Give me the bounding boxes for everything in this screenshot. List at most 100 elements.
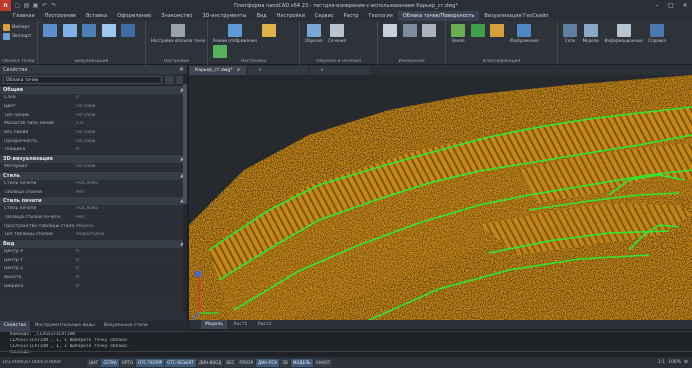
property-row[interactable]: Тип таблицы стилей Недоступно	[0, 231, 187, 240]
property-row[interactable]: Высота 0	[0, 274, 187, 283]
property-value[interactable]: ПОСЛОЮ	[74, 206, 187, 211]
property-row[interactable]: Слой 0	[0, 94, 187, 103]
ribbon-btn-3[interactable]	[82, 24, 97, 37]
property-section-header[interactable]: Стиль печати▲	[0, 196, 187, 205]
property-row[interactable]: Таблица стилей печати Нет	[0, 214, 187, 223]
section-button[interactable]: Сечения	[328, 24, 346, 43]
status-toggle[interactable]: ПРОЗР	[237, 358, 255, 367]
property-value[interactable]: 0	[74, 266, 187, 271]
property-section-header[interactable]: Стиль▲	[0, 171, 187, 180]
property-row[interactable]: Цвет По слою	[0, 103, 187, 112]
property-value[interactable]: По слою	[74, 164, 187, 169]
property-row[interactable]: Прозрачность По слою	[0, 137, 187, 147]
status-toggle[interactable]: СЕТКА	[101, 358, 119, 367]
property-value[interactable]: 0	[74, 147, 187, 152]
property-value[interactable]: Нет	[74, 215, 187, 220]
ribbon-btn-2[interactable]	[62, 24, 77, 37]
property-value[interactable]: 1.0	[74, 121, 187, 126]
property-value[interactable]: Нет	[74, 190, 187, 195]
nets-button[interactable]: Сети	[563, 24, 577, 43]
property-section-header[interactable]: Общие▲	[0, 86, 187, 94]
left-panel-tab[interactable]: Свойства	[0, 321, 30, 331]
properties-scrollbar[interactable]	[183, 74, 187, 312]
property-row[interactable]: Масштаб типа линий 1.0	[0, 120, 187, 129]
property-row[interactable]: Стиль печати ПОСЛОЮ	[0, 205, 187, 214]
property-value[interactable]: 0	[74, 95, 187, 100]
property-row[interactable]: Пространство таблицы стилей печатиМодель	[0, 222, 187, 231]
models-button[interactable]: Модели	[583, 24, 599, 43]
status-toggle[interactable]: ОРТО	[119, 358, 135, 367]
measure-btn-1[interactable]	[383, 24, 397, 37]
status-toggle[interactable]: ВЕС	[224, 358, 237, 367]
menu-tab[interactable]: Знакомство	[156, 11, 197, 21]
status-toggle[interactable]: 3D	[280, 358, 290, 367]
document-tab[interactable]: ×	[310, 66, 371, 75]
close-tab-icon[interactable]: ×	[258, 66, 262, 75]
left-panel-tab[interactable]: Визуальные стили	[100, 321, 152, 331]
property-row[interactable]: Ширина 0	[0, 282, 187, 292]
help-button[interactable]: Справка	[648, 24, 666, 43]
display-mode-button[interactable]: Режим отображения	[213, 24, 257, 43]
property-value[interactable]: По слою	[74, 130, 187, 135]
menu-tab[interactable]: Визуализация ГеоСкейп	[479, 11, 553, 21]
point-cloud-scene[interactable]	[189, 75, 692, 320]
ribbon-btn-5[interactable]	[121, 24, 136, 37]
pointcloud-settings-button[interactable]: Настройки облаков точек	[151, 24, 205, 43]
menu-tab[interactable]: 3D-инструменты	[197, 11, 251, 21]
menu-tab[interactable]: Главная	[8, 11, 40, 21]
save-icon[interactable]: ▣	[32, 2, 39, 9]
layout-tab[interactable]: Лист2	[253, 320, 275, 329]
menu-tab[interactable]: Сервис	[310, 11, 339, 21]
property-value[interactable]: По слою	[74, 139, 187, 144]
drawing-viewport[interactable]	[189, 75, 692, 320]
property-section-header[interactable]: 3D-визуализация▲	[0, 154, 187, 163]
status-toggle[interactable]: МОДЕЛЬ	[290, 358, 313, 367]
menu-tab[interactable]: Вставка	[81, 11, 112, 21]
ribbon-btn-7[interactable]	[213, 45, 227, 58]
property-value[interactable]: Недоступно	[74, 232, 187, 237]
status-toggle[interactable]: ОТС-ОБЪЕКТ	[165, 358, 197, 367]
layout-tab[interactable]: Модель	[201, 320, 228, 329]
menu-tab[interactable]: Настройки	[272, 11, 310, 21]
annotation-scale[interactable]: 1:1	[658, 360, 665, 365]
property-row[interactable]: Тип линий По слою	[0, 111, 187, 121]
status-toggle[interactable]: АННОТ	[313, 358, 333, 367]
status-toggle[interactable]: ДИН-ПСК	[255, 358, 280, 367]
export-button[interactable]: Экспорт	[3, 32, 34, 41]
minimize-button[interactable]: –	[650, 0, 664, 11]
import-button[interactable]: Импорт	[3, 23, 34, 32]
menu-tab[interactable]: Облака точек/Поверхность	[397, 11, 480, 21]
quick-select-icon[interactable]	[165, 75, 173, 84]
property-value[interactable]: По слою	[74, 113, 187, 118]
ribbon-btn-6[interactable]	[262, 24, 277, 37]
app-logo[interactable]: n	[0, 0, 11, 11]
close-tab-icon[interactable]: ×	[320, 66, 324, 75]
close-icon[interactable]: ✕	[179, 66, 184, 73]
ribbon-btn-1[interactable]	[43, 24, 57, 37]
info-button[interactable]: Информационные	[604, 24, 643, 43]
menu-tab[interactable]: Растр	[339, 11, 364, 21]
undo-icon[interactable]: ↶	[41, 2, 48, 9]
property-row[interactable]: Центр Y 0	[0, 256, 187, 265]
ground-button[interactable]: Земля	[451, 24, 465, 43]
new-file-icon[interactable]: ▢	[14, 2, 21, 9]
measure-btn-3[interactable]	[422, 24, 437, 37]
class-btn-3[interactable]	[490, 24, 505, 37]
class-btn-2[interactable]	[470, 24, 485, 37]
menu-tab[interactable]: Геология	[363, 11, 397, 21]
document-tab[interactable]: Карьер_ст.dwg* ×	[189, 66, 247, 75]
menu-tab[interactable]: Построение	[40, 11, 81, 21]
close-tab-icon[interactable]: ×	[237, 66, 241, 75]
menu-tab[interactable]: Оформление	[112, 11, 156, 21]
close-button[interactable]: ✕	[678, 0, 692, 11]
redo-icon[interactable]: ↷	[50, 2, 57, 9]
property-value[interactable]: 0	[74, 249, 187, 254]
menu-tab[interactable]: Вид	[251, 11, 271, 21]
document-tab[interactable]: ×	[248, 66, 309, 75]
clip-button[interactable]: Обрезка	[305, 24, 323, 43]
maximize-button[interactable]: □	[664, 0, 678, 11]
images-button[interactable]: Изображения	[510, 24, 539, 43]
property-section-header[interactable]: Вид▲	[0, 239, 187, 248]
property-row[interactable]: Таблица стилей Нет	[0, 188, 187, 197]
open-folder-icon[interactable]: ▤	[23, 2, 30, 9]
